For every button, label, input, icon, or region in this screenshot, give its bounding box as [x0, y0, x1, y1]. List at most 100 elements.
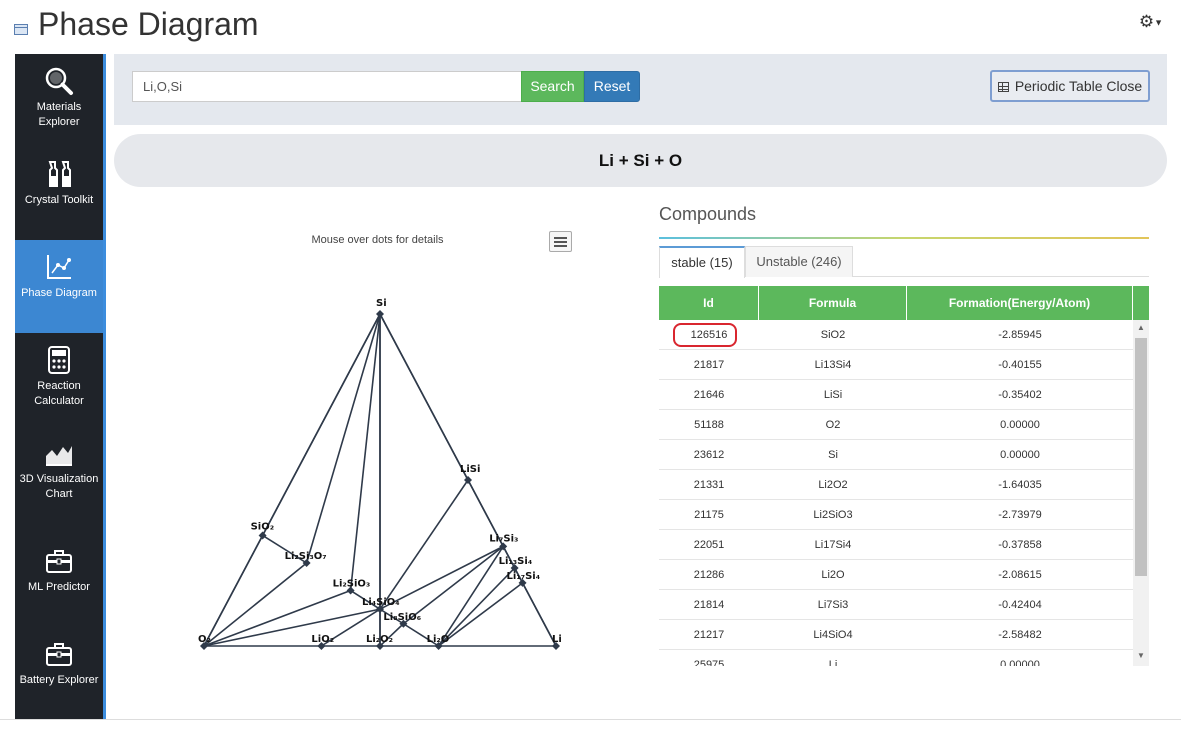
table-row[interactable]: 22051 Li17Si4 -0.37858 — [659, 530, 1133, 560]
periodic-table-toggle-button[interactable]: Periodic Table Close — [990, 70, 1150, 102]
cell-id[interactable]: 22051 — [659, 530, 759, 560]
sidebar-item-phase-diagram[interactable]: Phase Diagram — [15, 240, 103, 333]
phase-point-label: Li₈SiO₆ — [383, 612, 421, 623]
cell-formula: O2 — [825, 419, 841, 431]
cell-energy: -2.85945 — [998, 329, 1042, 341]
phase-point-label: Li₁₇Si₄ — [507, 571, 541, 582]
table-header: Id Formula Formation(Energy/Atom) — [659, 286, 1149, 320]
reset-button[interactable]: Reset — [584, 71, 640, 102]
tie-line — [379, 313, 469, 481]
cell-formula: Li2O2 — [818, 479, 848, 491]
menu-icon — [554, 237, 567, 239]
column-header-energy[interactable]: Formation(Energy/Atom) — [907, 286, 1133, 320]
cell-id[interactable]: 21175 — [659, 500, 759, 530]
cell-id[interactable]: 21814 — [659, 590, 759, 620]
table-row[interactable]: 21175 Li2SiO3 -2.73979 — [659, 500, 1133, 530]
table-row[interactable]: 21217 Li4SiO4 -2.58482 — [659, 620, 1133, 650]
phase-point[interactable] — [376, 310, 384, 318]
compounds-table: Id Formula Formation(Energy/Atom) 126516… — [659, 286, 1149, 666]
chart-menu-button[interactable] — [549, 231, 572, 252]
cell-energy: -0.37858 — [998, 539, 1042, 551]
cell-energy: -2.73979 — [998, 509, 1042, 521]
sidebar: Materials Explorer Crystal Toolkit Phase… — [15, 54, 103, 719]
gear-icon: ⚙ — [1138, 12, 1155, 31]
table-row[interactable]: 21817 Li13Si4 -0.40155 — [659, 350, 1133, 380]
cell-formula: Li13Si4 — [814, 359, 852, 371]
page-title: Phase Diagram — [38, 6, 259, 42]
sidebar-item-crystal-toolkit[interactable]: Crystal Toolkit — [15, 147, 103, 240]
cell-id[interactable]: 51188 — [659, 410, 759, 440]
sidebar-item-label: Reaction Calculator — [34, 380, 84, 407]
phase-point-label: Li₂O — [427, 634, 450, 645]
tie-line — [438, 582, 524, 647]
sidebar-item-label: Battery Explorer — [19, 674, 99, 686]
cell-id[interactable]: 21646 — [659, 380, 759, 410]
column-header-formula[interactable]: Formula — [759, 286, 907, 320]
phase-point-label: Si — [376, 298, 387, 309]
settings-menu[interactable]: ⚙▼ — [1139, 12, 1163, 32]
header: Phase Diagram ⚙▼ — [0, 0, 1181, 52]
tab-unstable[interactable]: Unstable (246) — [745, 246, 853, 277]
table-scrollbar[interactable]: ▲ ▼ — [1133, 320, 1149, 666]
phase-point-label: Li₄SiO₄ — [362, 597, 400, 608]
phase-point-label: Li — [552, 634, 562, 645]
table-row[interactable]: 21331 Li2O2 -1.64035 — [659, 470, 1133, 500]
phase-point[interactable] — [258, 531, 267, 540]
chart-caption: Mouse over dots for details — [311, 234, 444, 246]
cell-id[interactable]: 23612 — [659, 440, 759, 470]
phase-point-label: Li₂Si₃O₇ — [285, 551, 327, 562]
cell-formula: LiSi — [823, 389, 843, 401]
cell-formula: Li4SiO4 — [813, 629, 853, 641]
scroll-down-icon[interactable]: ▼ — [1133, 648, 1149, 664]
cell-id[interactable]: 21286 — [659, 560, 759, 590]
table-row[interactable]: 51188 O2 0.00000 — [659, 410, 1133, 440]
cell-id[interactable]: 21331 — [659, 470, 759, 500]
sidebar-edge — [103, 54, 106, 719]
table-icon — [997, 82, 1009, 92]
search-button[interactable]: Search — [521, 71, 584, 102]
cell-energy: 0.00000 — [1000, 419, 1040, 431]
table-row[interactable]: 21286 Li2O -2.08615 — [659, 560, 1133, 590]
phase-point-label: Li₂SiO₃ — [333, 579, 371, 590]
phase-point-label: Li₇Si₃ — [489, 533, 518, 544]
table-row[interactable]: 21814 Li7Si3 -0.42404 — [659, 590, 1133, 620]
column-header-id[interactable]: Id — [659, 286, 759, 320]
phase-point-label: LiO₂ — [311, 634, 334, 645]
scroll-thumb[interactable] — [1135, 338, 1147, 576]
compounds-tabs: stable (15) Unstable (246) — [659, 246, 1149, 278]
periodic-table-label: Periodic Table Close — [1014, 78, 1143, 94]
sidebar-item-materials-explorer[interactable]: Materials Explorer — [15, 54, 103, 147]
elements-search-input[interactable]: Li,O,Si — [132, 71, 522, 102]
sidebar-item-3d-visualization[interactable]: 3D Visualization Chart — [15, 426, 103, 534]
scroll-up-icon[interactable]: ▲ — [1133, 320, 1149, 336]
phase-diagram-chart: SiO₂ LiLiSiSiO₂Li₂Si₃O₇Li₂SiO₃Li₄SiO₄Li₈S… — [198, 298, 562, 650]
table-row[interactable]: 23612 Si 0.00000 — [659, 440, 1133, 470]
table-row[interactable]: 126516 SiO2 -2.85945 — [659, 320, 1133, 350]
cell-formula: Li7Si3 — [817, 599, 849, 611]
sidebar-item-battery-explorer[interactable]: Battery Explorer — [15, 627, 103, 720]
cell-formula: Li2SiO3 — [813, 509, 853, 521]
table-row[interactable]: 21646 LiSi -0.35402 — [659, 380, 1133, 410]
tie-line — [203, 608, 381, 647]
sidebar-item-label: Phase Diagram — [21, 287, 97, 299]
tie-line — [305, 313, 381, 564]
tie-line — [203, 562, 308, 647]
cell-energy: 0.00000 — [1000, 659, 1040, 666]
window-icon — [14, 24, 28, 35]
tie-line — [438, 567, 516, 647]
cell-id[interactable]: 25975 — [659, 650, 759, 666]
cell-energy: 0.00000 — [1000, 449, 1040, 461]
sidebar-item-label: Crystal Toolkit — [24, 194, 94, 206]
cell-id[interactable]: 21217 — [659, 620, 759, 650]
sidebar-item-label: ML Predictor — [28, 581, 90, 593]
table-row[interactable]: 25975 Li 0.00000 — [659, 650, 1133, 666]
scatter-chart-icon — [47, 255, 71, 279]
cell-id[interactable]: 21817 — [659, 350, 759, 380]
tie-line — [379, 479, 469, 610]
tab-stable[interactable]: stable (15) — [659, 246, 745, 278]
sidebar-item-reaction-calculator[interactable]: Reaction Calculator — [15, 333, 103, 426]
phase-point-label: O₂ — [198, 634, 211, 645]
phase-point-label: LiSi — [460, 464, 480, 475]
sidebar-item-ml-predictor[interactable]: ML Predictor — [15, 534, 103, 627]
cell-energy: -0.42404 — [998, 599, 1042, 611]
